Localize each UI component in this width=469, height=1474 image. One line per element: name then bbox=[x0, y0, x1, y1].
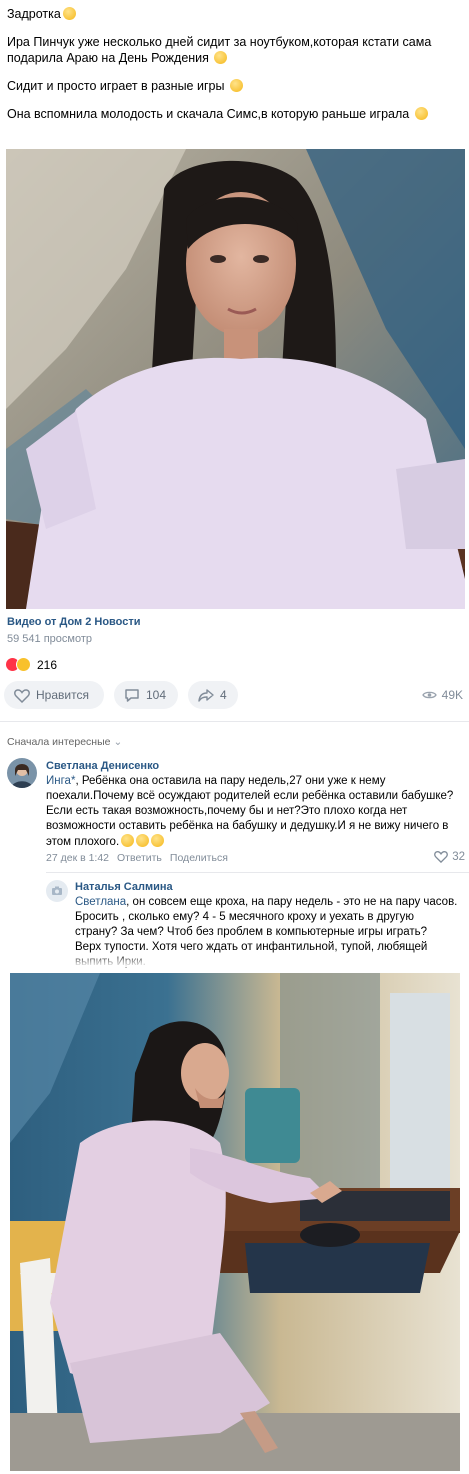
emoji-icon bbox=[229, 79, 243, 92]
post-action-bar: Нравится 104 4 49K bbox=[4, 681, 465, 711]
smiling-emoji-icon bbox=[136, 834, 150, 847]
avatar[interactable] bbox=[46, 880, 68, 902]
video-player[interactable] bbox=[6, 149, 465, 609]
comment-meta: 27 дек в 1:42 Ответить Поделиться bbox=[46, 852, 228, 864]
comment-mention[interactable]: Светлана bbox=[75, 896, 126, 908]
shares-count: 4 bbox=[220, 688, 227, 702]
video-frame bbox=[6, 149, 465, 609]
post-line-2b: подарила Араю на День Рождения bbox=[7, 51, 209, 65]
comment-like-button[interactable]: 32 bbox=[434, 850, 465, 863]
views-count: 49K bbox=[441, 688, 463, 702]
photo-image bbox=[10, 973, 460, 1471]
like-button-label: Нравится bbox=[36, 688, 89, 702]
eye-icon bbox=[421, 691, 437, 699]
emoji-icon bbox=[414, 107, 428, 120]
comment-line: поехали.Почему всё осуждают родителей ес… bbox=[46, 790, 454, 802]
comment-text: Инга*, Ребёнка она оставила на пару неде… bbox=[46, 774, 464, 850]
comment-line: , Ребёнка она оставила на пару недель,27… bbox=[75, 775, 386, 787]
share-comment-button[interactable]: Поделиться bbox=[170, 852, 228, 864]
heart-outline-icon bbox=[434, 851, 449, 863]
camera-placeholder-icon bbox=[52, 886, 62, 895]
comment-line: страну? За чем? Чтоб без проблем в компь… bbox=[75, 926, 428, 938]
avatar-image bbox=[7, 758, 37, 788]
laugh-reaction-icon bbox=[16, 657, 31, 672]
share-button[interactable]: 4 bbox=[188, 681, 238, 709]
comments-sort-label: Сначала интересные bbox=[7, 736, 111, 748]
comment-button[interactable]: 104 bbox=[114, 681, 178, 709]
comment-bubble-icon bbox=[125, 688, 139, 702]
post-text: Задротка Ира Пинчук уже несколько дней с… bbox=[7, 6, 465, 122]
comment-line: возможности оставить ребёнка на бабушку … bbox=[46, 820, 449, 832]
comment-author[interactable]: Наталья Салмина bbox=[75, 881, 173, 893]
reactions-count: 216 bbox=[37, 657, 58, 672]
chevron-down-icon: ⌄ bbox=[113, 736, 123, 748]
laughing-emoji-icon bbox=[151, 834, 165, 847]
reactions-summary[interactable]: 216 bbox=[6, 657, 57, 672]
emoji-icon bbox=[62, 7, 76, 20]
post-line-3: Сидит и просто играет в разные игры bbox=[7, 79, 225, 93]
divider bbox=[46, 872, 469, 873]
comments-sort-dropdown[interactable]: Сначала интересные ⌄ bbox=[7, 736, 122, 748]
comment-line: Если есть такая возможность,почему бы и … bbox=[46, 805, 408, 817]
post-line-1: Задротка bbox=[7, 7, 61, 21]
comment-likes-count: 32 bbox=[452, 850, 465, 863]
post-views: 49K bbox=[421, 688, 463, 702]
comment-line: , он совсем еще кроха, на пару недель - … bbox=[126, 896, 458, 908]
emoji-icon bbox=[214, 51, 228, 64]
post-line-2a: Ира Пинчук уже несколько дней сидит за н… bbox=[7, 35, 432, 49]
video-views: 59 541 просмотр bbox=[7, 633, 92, 645]
video-source-caption[interactable]: Видео от Дом 2 Новости bbox=[7, 616, 141, 628]
post-line-4: Она вспомнила молодость и скачала Симс,в… bbox=[7, 107, 410, 121]
comment-author[interactable]: Светлана Денисенко bbox=[46, 760, 159, 772]
comments-count: 104 bbox=[146, 688, 167, 702]
share-arrow-icon bbox=[198, 688, 214, 702]
avatar[interactable] bbox=[7, 758, 37, 788]
divider bbox=[0, 721, 469, 722]
comment-date[interactable]: 27 дек в 1:42 bbox=[46, 852, 109, 864]
comment-line: этом плохого. bbox=[46, 836, 120, 848]
text-fade-overlay bbox=[40, 953, 469, 967]
heart-outline-icon bbox=[14, 688, 30, 703]
post-photo[interactable] bbox=[10, 973, 460, 1471]
laughing-emoji-icon bbox=[121, 834, 135, 847]
comment-mention[interactable]: Инга* bbox=[46, 775, 75, 787]
like-button[interactable]: Нравится bbox=[4, 681, 104, 709]
reply-button[interactable]: Ответить bbox=[117, 852, 162, 864]
comment-line: Бросить , сколько ему? 4 - 5 месячного к… bbox=[75, 911, 414, 923]
